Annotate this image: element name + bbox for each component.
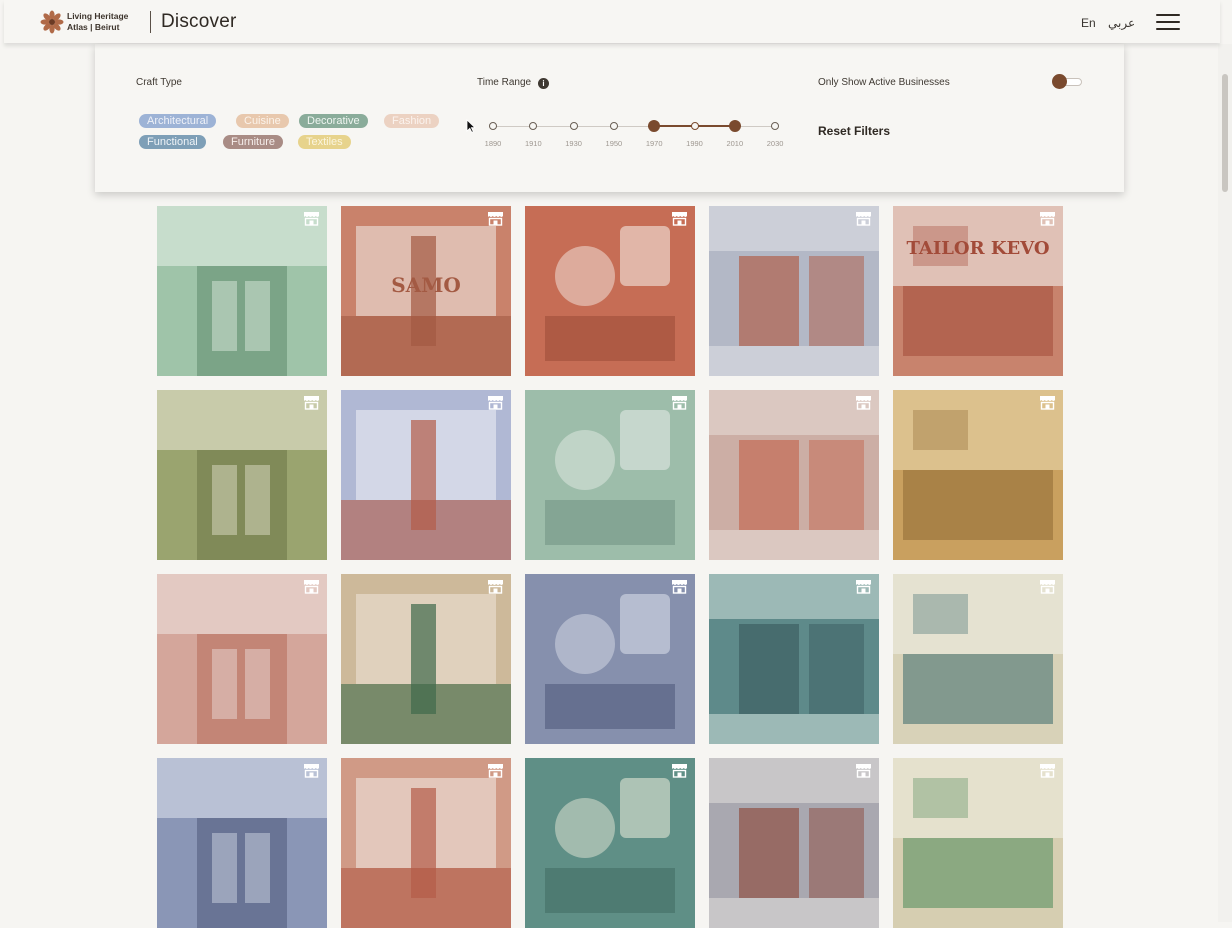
toggle-knob (1052, 74, 1067, 89)
business-tile[interactable] (341, 390, 511, 560)
storefront-icon (487, 763, 504, 778)
business-tile[interactable] (341, 758, 511, 928)
brand-line-2: Atlas | Beirut (67, 22, 120, 32)
business-tile[interactable] (709, 574, 879, 744)
storefront-icon (855, 211, 872, 226)
top-navigation-bar: Living Heritage Atlas | Beirut Discover … (4, 0, 1220, 43)
brand-line-1: Living Heritage (67, 11, 129, 21)
page-scrollbar[interactable] (1218, 44, 1232, 922)
storefront-icon (855, 395, 872, 410)
craft-chip-functional[interactable]: Functional (139, 135, 206, 149)
language-english-link[interactable]: En (1081, 16, 1096, 30)
scrollbar-thumb[interactable] (1222, 74, 1228, 192)
storefront-icon (671, 395, 688, 410)
mouse-pointer-icon (466, 119, 476, 138)
craft-chip-cuisine[interactable]: Cuisine (236, 114, 289, 128)
business-tile[interactable]: SAMO (341, 206, 511, 376)
timeline-year-label: 1910 (524, 139, 542, 148)
range-start-handle[interactable] (648, 120, 661, 132)
business-tile[interactable] (157, 574, 327, 744)
craft-chip-furniture[interactable]: Furniture (223, 135, 284, 149)
craft-chip-decorative[interactable]: Decorative (299, 114, 368, 128)
business-tile[interactable] (893, 574, 1063, 744)
business-tile[interactable] (893, 390, 1063, 560)
business-tile[interactable] (525, 574, 695, 744)
business-tile[interactable] (709, 206, 879, 376)
timeline-stop-1990[interactable] (690, 122, 699, 130)
reset-filters-button[interactable]: Reset Filters (818, 124, 890, 138)
business-tile[interactable] (341, 574, 511, 744)
tile-sign-text: TAILOR KEVO (906, 238, 1050, 259)
business-tile[interactable] (709, 758, 879, 928)
language-arabic-link[interactable]: عربي (1108, 16, 1135, 30)
storefront-icon (855, 579, 872, 594)
storefront-icon (303, 763, 320, 778)
business-tile[interactable] (525, 390, 695, 560)
active-businesses-toggle[interactable] (1052, 73, 1083, 89)
storefront-icon (671, 763, 688, 778)
time-range-label: Time Range (477, 77, 532, 88)
timeline-year-label: 1930 (565, 139, 582, 148)
storefront-icon (1039, 395, 1056, 410)
storefront-icon (303, 579, 320, 594)
timeline-year-label: 1950 (605, 139, 623, 148)
timeline-year-label: 1990 (686, 139, 703, 148)
time-range-slider[interactable]: 1890 1910 1930 1950 1970 1990 2010 2030 (485, 114, 797, 154)
craft-chip-textiles[interactable]: Textiles (298, 135, 351, 149)
business-tile[interactable] (157, 390, 327, 560)
timeline-stop-1930[interactable] (569, 122, 578, 130)
business-tile[interactable] (525, 206, 695, 376)
info-icon[interactable]: i (538, 78, 549, 89)
storefront-icon (671, 579, 688, 594)
business-tile[interactable] (157, 758, 327, 928)
craft-type-label: Craft Type (136, 77, 182, 88)
business-tile[interactable] (709, 390, 879, 560)
storefront-icon (487, 579, 504, 594)
range-end-handle[interactable] (728, 120, 741, 132)
filter-panel: Craft Type Architectural Cuisine Decorativ… (95, 44, 1124, 192)
timeline-year-label: 2010 (726, 139, 744, 148)
storefront-icon (487, 395, 504, 410)
timeline-stop-1890[interactable] (489, 122, 497, 130)
timeline-year-label: 1890 (484, 139, 502, 148)
timeline-stop-2030[interactable] (771, 122, 780, 130)
timeline-stop-1950[interactable] (609, 122, 618, 130)
timeline-year-label: 1970 (645, 139, 663, 148)
business-tile[interactable] (157, 206, 327, 376)
storefront-icon (1039, 579, 1056, 594)
hamburger-menu-icon[interactable] (1156, 14, 1180, 32)
business-tile[interactable]: TAILOR KEVO (893, 206, 1063, 376)
brand-name[interactable]: Living Heritage Atlas | Beirut (67, 11, 128, 33)
tile-sign-text: SAMO (391, 273, 461, 297)
active-businesses-label: Only Show Active Businesses (818, 77, 950, 88)
storefront-icon (1039, 211, 1056, 226)
timeline-stop-1910[interactable] (529, 122, 538, 130)
business-tile[interactable] (525, 758, 695, 928)
storefront-icon (303, 211, 320, 226)
storefront-icon (303, 395, 320, 410)
header-divider (150, 11, 151, 33)
page-title: Discover (161, 11, 237, 32)
storefront-icon (855, 763, 872, 778)
atlas-logo-icon[interactable] (40, 10, 64, 34)
storefront-icon (1039, 763, 1056, 778)
storefront-icon (487, 211, 504, 226)
craft-chip-architectural[interactable]: Architectural (139, 114, 217, 128)
timeline-year-label: 2030 (766, 139, 784, 148)
storefront-icon (671, 211, 688, 226)
craft-chip-fashion[interactable]: Fashion (384, 114, 440, 128)
business-tile[interactable] (893, 758, 1063, 928)
